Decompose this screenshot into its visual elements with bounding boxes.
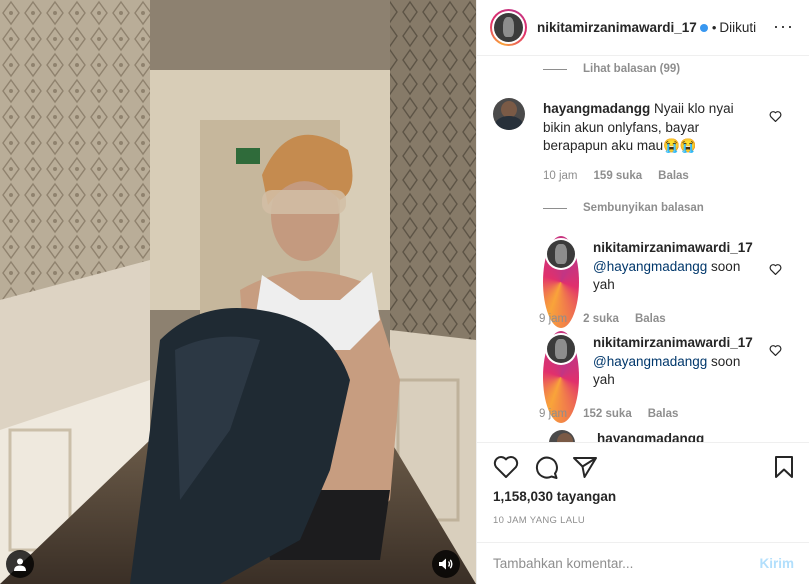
avatar[interactable]	[493, 98, 525, 130]
video-frame	[0, 0, 476, 584]
avatar	[547, 335, 575, 363]
comment-likes[interactable]: 152 suka	[583, 405, 632, 424]
post-video[interactable]	[0, 0, 476, 584]
comment-username[interactable]: hayangmadangg	[543, 101, 650, 116]
heart-icon[interactable]	[769, 344, 782, 356]
reply-button[interactable]: Balas	[648, 405, 679, 424]
comment-time[interactable]: 9 jam	[539, 310, 567, 329]
follow-status-button[interactable]: Diikuti	[719, 20, 756, 35]
heart-icon[interactable]	[493, 455, 519, 479]
reply-button[interactable]: Balas	[635, 310, 666, 329]
comment-time[interactable]: 9 jam	[539, 405, 567, 424]
comment-username[interactable]: nikitamirzanimawardi_17	[593, 240, 753, 255]
comment-input[interactable]	[493, 556, 733, 571]
comment-meta: 10 jam 159 suka Balas	[543, 167, 745, 186]
view-replies-button[interactable]: Lihat balasan (99)	[543, 63, 680, 75]
hide-replies-label: Sembunyikan balasan	[583, 202, 704, 214]
reply-item: nikitamirzanimawardi_17 @hayangmadangg s…	[539, 331, 753, 423]
heart-icon[interactable]	[769, 263, 782, 275]
heart-icon[interactable]	[769, 110, 782, 122]
bookmark-icon[interactable]	[773, 455, 795, 479]
avatar	[547, 240, 575, 268]
comment-username[interactable]: hayangmadangg	[597, 431, 704, 442]
comment-item: hayangmadangg Nyaii klo nyai bikin akun …	[493, 98, 745, 185]
comment-username[interactable]: nikitamirzanimawardi_17	[593, 335, 753, 350]
comment-likes[interactable]: 2 suka	[583, 310, 619, 329]
divider	[543, 207, 567, 209]
post-comment-button[interactable]: Kirim	[759, 556, 794, 571]
comment-composer: Kirim	[477, 542, 809, 584]
comment-meta: 9 jam 152 suka Balas	[539, 405, 753, 424]
mention-link[interactable]: @hayangmadangg	[593, 259, 707, 274]
tagged-user-button[interactable]	[6, 550, 34, 578]
author-username[interactable]: nikitamirzanimawardi_17	[537, 20, 697, 35]
hide-replies-button[interactable]: Sembunyikan balasan	[543, 202, 704, 214]
separator-dot: •	[711, 20, 717, 35]
post-header: nikitamirzanimawardi_17 • Diikuti ···	[477, 0, 809, 56]
view-count[interactable]: 1,158,030 tayangan	[493, 489, 616, 504]
post-details-panel: nikitamirzanimawardi_17 • Diikuti ··· Li…	[476, 0, 809, 584]
view-replies-label: Lihat balasan (99)	[583, 63, 681, 75]
verified-badge-icon	[699, 23, 708, 32]
user-tag-icon	[14, 558, 26, 571]
reply-item: hayangmadangg	[549, 430, 799, 442]
comments-list[interactable]: Lihat balasan (99) hayangmadangg Nyaii k…	[477, 56, 809, 442]
post-timestamp[interactable]: 10 JAM YANG LALU	[493, 515, 585, 526]
share-icon[interactable]	[572, 455, 598, 479]
more-icon[interactable]: ···	[773, 17, 794, 35]
story-ring[interactable]	[490, 9, 527, 46]
avatar	[494, 13, 523, 42]
mute-button[interactable]	[432, 550, 460, 578]
mention-link[interactable]: @hayangmadangg	[593, 354, 707, 369]
reply-button[interactable]: Balas	[658, 167, 689, 186]
speaker-icon	[439, 558, 453, 570]
divider	[543, 68, 567, 70]
comment-likes[interactable]: 159 suka	[594, 167, 643, 186]
post-actions: 1,158,030 tayangan 10 JAM YANG LALU	[477, 442, 809, 526]
comment-icon[interactable]	[533, 455, 559, 479]
comment-meta: 9 jam 2 suka Balas	[539, 310, 753, 329]
comment-time[interactable]: 10 jam	[543, 167, 578, 186]
avatar[interactable]	[549, 430, 575, 442]
reply-item: nikitamirzanimawardi_17 @hayangmadangg s…	[539, 236, 753, 328]
